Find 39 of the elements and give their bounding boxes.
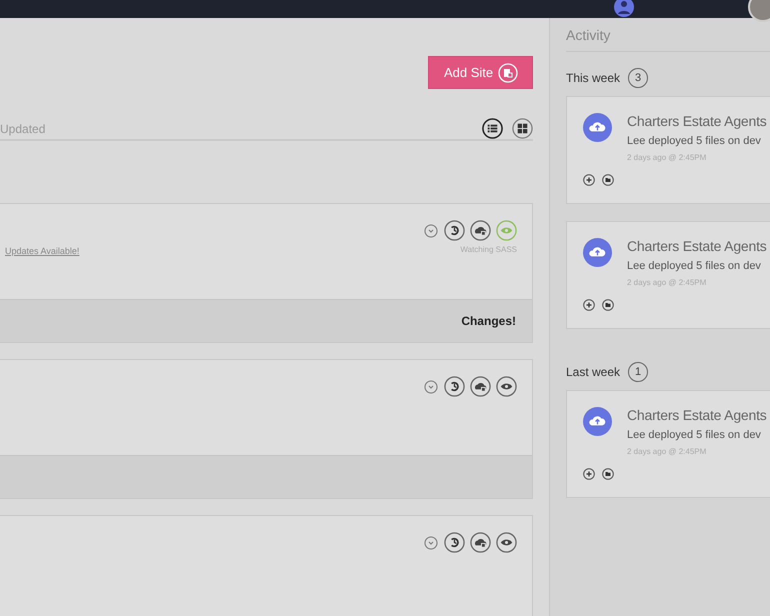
folder-add-icon [498,62,518,82]
activity-title: Activity [566,27,770,52]
folder-icon[interactable] [602,174,614,186]
chevron-down-icon[interactable] [424,380,438,394]
history-icon[interactable] [444,220,465,241]
cloud-lock-icon[interactable] [470,532,491,553]
plus-icon[interactable] [583,299,595,311]
user-icon[interactable] [614,0,634,17]
changes-label: Changes! [461,314,516,328]
site-name: Charters Estate Agents [627,238,767,254]
chevron-down-icon[interactable] [424,536,438,550]
count-badge: 1 [628,362,648,382]
activity-message: Lee deployed 5 files on dev [627,135,762,147]
folder-icon[interactable] [602,468,614,480]
plus-icon[interactable] [583,174,595,186]
folder-icon[interactable] [602,299,614,311]
eye-icon[interactable] [496,532,517,553]
plus-icon[interactable] [583,468,595,480]
count-badge: 3 [628,68,648,88]
activity-message: Lee deployed 5 files on dev [627,429,762,441]
cloud-upload-icon [583,238,612,267]
group-label: This week [566,71,620,85]
chevron-down-icon[interactable] [424,224,438,238]
cloud-upload-icon [583,407,612,436]
cloud-upload-icon [583,113,612,142]
grid-view-icon[interactable] [512,118,533,139]
cloud-lock-icon[interactable] [470,376,491,397]
eye-icon[interactable] [496,376,517,397]
list-view-icon[interactable] [482,118,503,139]
group-label: Last week [566,365,620,379]
sort-label[interactable]: Updated [0,122,46,136]
cloud-lock-icon[interactable] [470,220,491,241]
activity-message: Lee deployed 5 files on dev [627,260,762,272]
history-icon[interactable] [444,532,465,553]
site-name: Charters Estate Agents [627,113,767,129]
add-site-button[interactable]: Add Site [428,56,533,89]
updates-link[interactable]: Updates Available! [5,246,80,256]
history-icon[interactable] [444,376,465,397]
site-name: Charters Estate Agents [627,407,767,423]
